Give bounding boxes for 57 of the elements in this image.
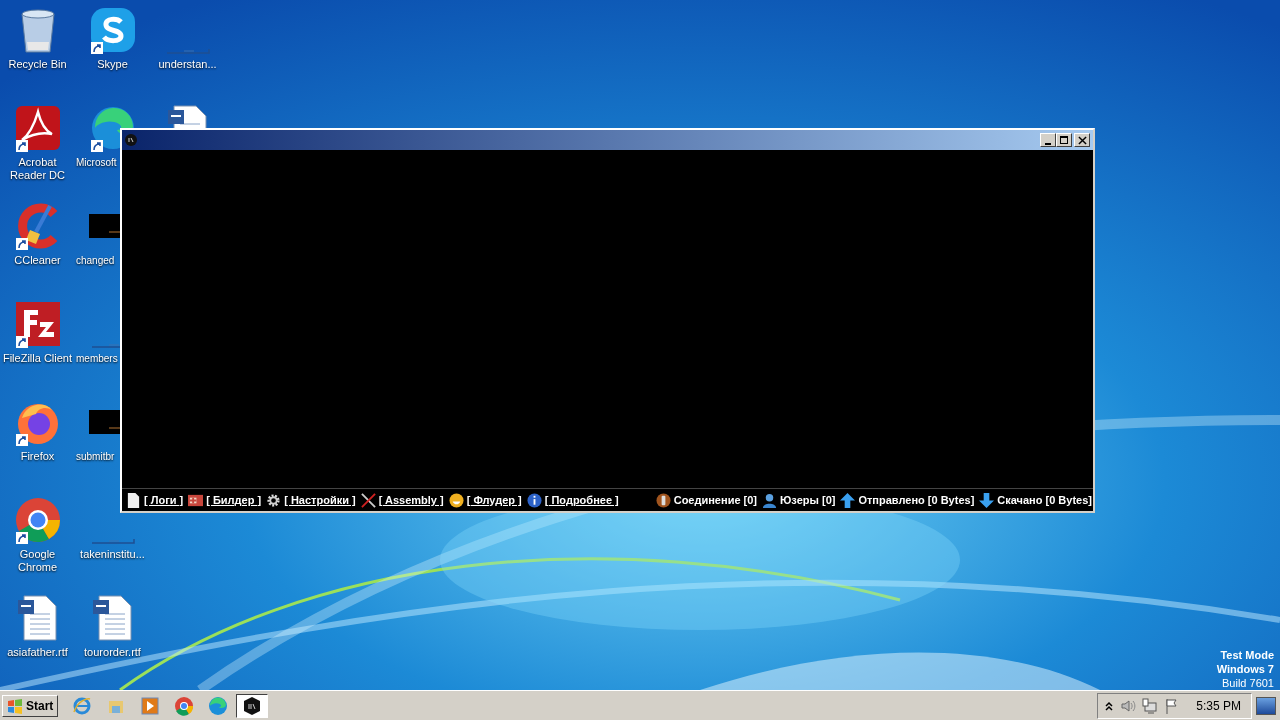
show-desktop-button[interactable] [1256,696,1276,715]
chrome-icon [13,496,62,544]
clock[interactable]: 5:35 PM [1196,698,1241,713]
document-icon [126,492,141,508]
menu-link[interactable]: [ Билдер ] [206,494,262,506]
menu-link[interactable]: [ Логи ] [144,494,184,506]
up-arrow-icon [840,492,856,508]
settings-icon [266,492,282,508]
desktop-icon-label[interactable]: takeninstitu... [80,548,145,561]
app-icon [125,134,137,146]
desktop-icon-label[interactable]: changed [76,254,115,267]
test-mode-text: Windows 7 [1216,662,1274,676]
desktop-icon-label[interactable]: asiafather.rtf [7,646,68,659]
edge-icon [208,695,229,716]
menu-link[interactable]: [ Assembly ] [378,494,444,506]
down-arrow-icon [979,492,995,508]
minimize-button[interactable] [1040,133,1056,147]
user-icon [762,492,777,508]
info-icon [526,492,542,508]
status-text: Юзеры [0] [780,494,836,506]
start-button[interactable]: Start [2,694,59,717]
desktop-icon-label[interactable]: understan... [158,58,217,71]
desktop-icon-label[interactable]: FileZilla Client [2,352,73,365]
menu-link[interactable]: [ Подробнее ] [544,494,619,506]
taskbar-button[interactable] [236,693,269,718]
maximize-button[interactable] [1056,133,1072,147]
test-mode-text: Build 7601 [1222,676,1274,690]
desktop-icon-label[interactable]: Google Chrome [0,548,75,574]
status-text: Соединение [0] [673,494,757,506]
crossed-tools-icon [360,492,376,508]
desktop-icon-label[interactable]: members [76,352,118,365]
desktop-icon-label[interactable]: Recycle Bin [8,58,67,71]
desktop-icon-label[interactable]: CCleaner [14,254,61,267]
chrome-icon [174,695,195,716]
toolbox-icon [188,492,204,508]
desktop-icon-label[interactable]: Acrobat Reader DC [0,156,75,182]
windows-logo-icon [7,697,23,714]
desktop-icon-label[interactable]: Microsoft [76,156,117,169]
chevron-up-icon[interactable] [1104,700,1115,711]
internet-explorer-icon [72,695,93,716]
close-icon [1077,135,1087,145]
status-text: Скачано [0 Bytes] [997,494,1092,506]
phone-icon [655,492,671,508]
app-icon [242,695,263,716]
menu-link[interactable]: [ Флудер ] [466,494,522,506]
desktop-icon-label[interactable]: tourorder.rtf [84,646,141,659]
test-mode-text: Test Mode [1220,648,1274,662]
close-button[interactable] [1074,133,1090,147]
menu-link[interactable]: [ Настройки ] [284,494,356,506]
network-icon[interactable] [1142,697,1159,714]
speaker-icon[interactable] [1120,697,1137,714]
status-text: Отправлено [0 Bytes] [858,494,975,506]
media-player-icon [140,695,161,716]
smiley-icon [448,492,464,508]
desktop-icon-label[interactable]: Firefox [20,450,55,463]
desktop-icon-label[interactable]: submitbr [76,450,115,463]
desktop-icon-label[interactable]: Skype [97,58,128,71]
